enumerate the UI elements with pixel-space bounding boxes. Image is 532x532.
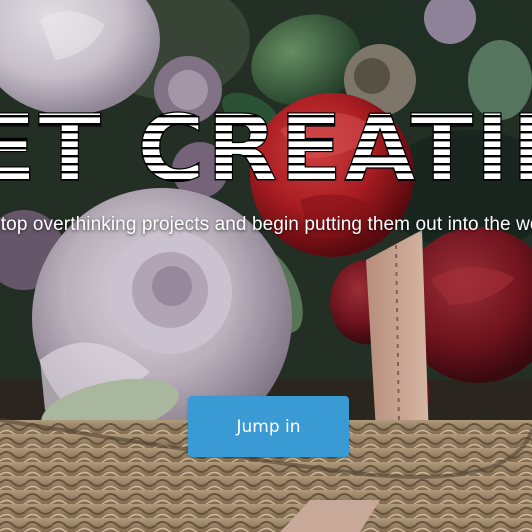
jump-in-button[interactable]: Jump in	[188, 396, 349, 457]
hero-tagline: Stop overthinking projects and begin put…	[0, 214, 532, 235]
hero-headline: GET CREATING	[0, 96, 532, 196]
hero-section: GET CREATING Stop overthinking projects …	[0, 0, 532, 532]
hero-headline-text: GET CREATING	[0, 96, 532, 196]
